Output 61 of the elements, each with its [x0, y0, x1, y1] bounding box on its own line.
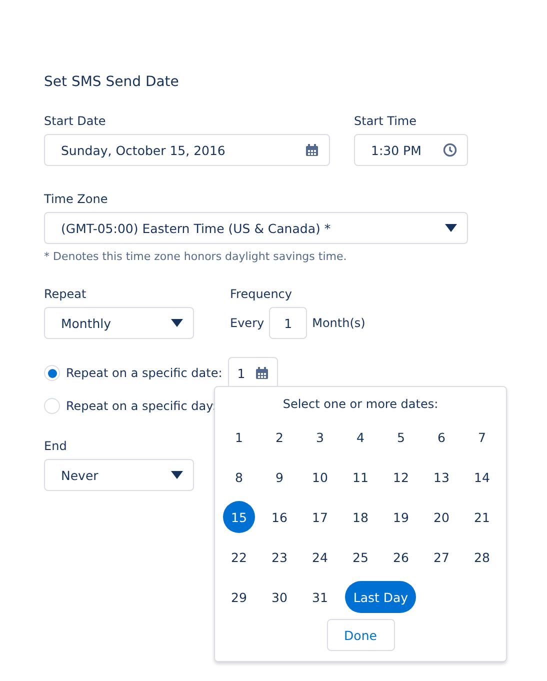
radio-button[interactable]	[44, 398, 60, 414]
day-option[interactable]: 9	[264, 461, 296, 493]
radio-label: Repeat on a specific day:	[66, 399, 216, 413]
field-label: Start Time	[354, 114, 418, 128]
every-label: Every	[230, 316, 264, 330]
day-option[interactable]: 14	[466, 461, 498, 493]
calendar-icon	[255, 366, 270, 380]
day-option[interactable]: 28	[466, 541, 498, 573]
radio-label: Repeat on a specific date:	[66, 366, 222, 380]
frequency-field[interactable]: 1	[269, 307, 308, 339]
picker-heading: Select one or more dates:	[282, 397, 438, 411]
day-option[interactable]: 6	[426, 421, 458, 453]
day-option[interactable]: 5	[385, 421, 417, 453]
field-label: End	[44, 439, 68, 453]
day-option[interactable]: 3	[304, 421, 336, 453]
date-field[interactable]: 1	[228, 357, 278, 389]
day-option[interactable]: 17	[304, 501, 336, 533]
field-label: Repeat	[44, 287, 88, 301]
day-option[interactable]: 4	[344, 421, 376, 453]
calendar-icon	[305, 143, 319, 157]
day-option[interactable]: 25	[344, 541, 376, 573]
caret-icon	[445, 224, 457, 232]
day-option[interactable]: 11	[344, 461, 376, 493]
day-option[interactable]: 20	[426, 501, 458, 533]
day-option[interactable]: 27	[426, 541, 458, 573]
field-label: Frequency	[230, 287, 293, 301]
field-label: Start Date	[44, 114, 107, 128]
form-title: Set SMS Send Date	[44, 74, 180, 92]
clock-icon	[443, 143, 457, 157]
day-option[interactable]: 2	[264, 421, 296, 453]
time-field[interactable]: 1:30 PM	[354, 134, 468, 166]
day-option[interactable]: 19	[385, 501, 417, 533]
day-option[interactable]: 26	[385, 541, 417, 573]
caret-icon	[171, 319, 183, 327]
time-zone-select[interactable]: (GMT-05:00) Eastern Time (US & Canada) *	[44, 212, 468, 244]
day-option[interactable]: 10	[304, 461, 336, 493]
day-option[interactable]: 16	[264, 501, 296, 533]
day-option[interactable]: 15	[223, 501, 255, 533]
done-button[interactable]: Done	[326, 619, 394, 651]
day-option[interactable]: 24	[304, 541, 336, 573]
day-option[interactable]: 18	[344, 501, 376, 533]
day-option[interactable]: 29	[223, 581, 255, 613]
day-option[interactable]: 22	[223, 541, 255, 573]
day-option[interactable]: 1	[223, 421, 255, 453]
day-option[interactable]: 31	[304, 581, 336, 613]
time-zone-note: * Denotes this time zone honors daylight savings time.	[44, 250, 348, 263]
day-option[interactable]: 21	[466, 501, 498, 533]
day-option[interactable]: 8	[223, 461, 255, 493]
last-day-option[interactable]: Last Day	[345, 581, 416, 613]
day-option[interactable]: 13	[426, 461, 458, 493]
day-option[interactable]: 12	[385, 461, 417, 493]
field-label: Time Zone	[44, 192, 109, 206]
day-option[interactable]: 7	[466, 421, 498, 453]
end-select[interactable]: Never	[44, 459, 194, 491]
radio-button[interactable]	[44, 365, 60, 381]
day-option[interactable]: 23	[264, 541, 296, 573]
date-field[interactable]: Sunday, October 15, 2016	[44, 134, 330, 166]
unit-label: Month(s)	[312, 316, 366, 330]
caret-icon	[171, 471, 183, 479]
repeat-select[interactable]: Monthly	[44, 307, 194, 339]
day-option[interactable]: 30	[264, 581, 296, 613]
